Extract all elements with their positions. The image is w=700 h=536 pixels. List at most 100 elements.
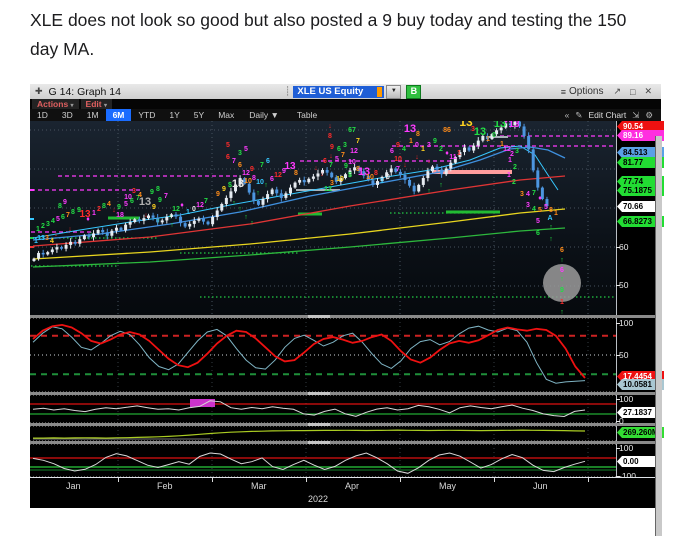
demark-annotation: ↓ — [403, 162, 407, 169]
demark-annotation: 6 — [536, 230, 540, 237]
demark-annotation: ♦ — [538, 195, 542, 202]
demark-annotation: 6 — [323, 158, 327, 165]
window-edge-scrollbar[interactable] — [655, 136, 662, 536]
demark-annotation: 5 — [536, 218, 540, 225]
price-panel[interactable]: 1 13 3 4 1 2 3 4 5 6 7 8 9 13 8 9 ↓ ↓ ♦ 1 2 8 4 ↓ 9 ↑ ↑ 18 5 6 7 13 9 9 7 9… — [30, 121, 616, 315]
oscillator-panel[interactable] — [30, 395, 616, 423]
demark-annotation: 9 — [396, 142, 400, 149]
oscillator2-panel[interactable] — [30, 444, 616, 477]
demark-annotation: 5 — [124, 201, 128, 208]
demark-annotation: ↓ — [68, 226, 72, 233]
demark-annotation: 13 — [474, 126, 486, 138]
gear-icon[interactable]: ⚙ — [645, 110, 653, 121]
collapse-icon[interactable]: « — [565, 110, 570, 120]
chart-area: 1 13 3 4 1 2 3 4 5 6 7 8 9 13 8 9 ↓ ↓ ♦ 1 2 8 4 ↓ 9 ↑ ↑ 18 5 6 7 13 9 9 7 9… — [30, 121, 664, 536]
axis-tick-label: 100 — [619, 443, 634, 453]
demark-annotation: 6 — [226, 154, 230, 161]
demark-annotation: A — [547, 215, 552, 222]
demark-annotation: 12 — [196, 202, 204, 209]
security-input[interactable]: XLE US Equity — [293, 85, 385, 98]
demark-annotation: ↑ — [238, 206, 242, 213]
demark-annotation: 8 — [549, 207, 553, 214]
volume-panel[interactable] — [30, 426, 616, 441]
period-tab-1d[interactable]: 1D — [30, 109, 55, 121]
demark-annotation: 6 — [337, 146, 341, 153]
demark-annotation: ↑ — [89, 231, 93, 238]
demark-annotation: 0 — [386, 174, 390, 181]
maximize-icon[interactable]: □ — [630, 87, 635, 97]
demark-annotation: 4 — [402, 146, 406, 153]
axis-tick-label: 50 — [619, 280, 629, 290]
demark-annotation: 6 — [61, 214, 65, 221]
demark-annotation: 9 — [330, 144, 334, 151]
move-icon[interactable]: ✚ — [35, 86, 43, 97]
axis-tick-label: 50 — [619, 350, 629, 360]
stochastic-panel[interactable] — [30, 318, 616, 392]
demark-annotation: ↑ — [560, 257, 564, 264]
demark-annotation: 4 — [50, 238, 54, 245]
demark-annotation: 2 — [41, 223, 45, 230]
demark-annotation: ↑ — [427, 188, 431, 195]
demark-annotation: 1 — [380, 178, 384, 185]
month-label: Feb — [157, 481, 173, 491]
highlight-box — [190, 399, 215, 407]
period-tab-6m[interactable]: 6M — [105, 109, 132, 121]
demark-annotation: 1 — [508, 157, 512, 164]
demark-annotation: 8 — [416, 131, 420, 138]
demark-annotation: 4 — [51, 218, 55, 225]
demark-annotation: 7 — [532, 190, 536, 197]
period-tab-5y[interactable]: 5Y — [187, 109, 211, 121]
demark-annotation: ↑ — [244, 214, 248, 221]
period-tab-1m[interactable]: 1M — [80, 109, 106, 121]
demark-annotation: 10 — [348, 159, 356, 166]
demark-annotation: ↑ — [439, 182, 443, 189]
period-tab-1y[interactable]: 1Y — [162, 109, 186, 121]
demark-annotation: 3 — [238, 150, 242, 157]
demark-annotation: 12 — [274, 172, 282, 179]
pencil-icon: ✎ — [575, 109, 583, 120]
vol-axis: 269.260M — [616, 426, 664, 441]
demark-annotation: 7 — [260, 162, 264, 169]
year-label: 2022 — [308, 494, 329, 504]
axis-tick-label: 60 — [619, 242, 629, 252]
demark-annotation: 8 — [58, 203, 62, 210]
close-icon[interactable]: ✕ — [644, 86, 652, 97]
period-tab-3d[interactable]: 3D — [55, 109, 80, 121]
demark-annotation: 3 — [526, 202, 530, 209]
text-cursor — [377, 86, 383, 97]
options-button[interactable]: Options — [569, 86, 603, 97]
demark-annotation: ↓ — [320, 171, 324, 178]
menu-actions[interactable]: Actions ▾ — [32, 99, 79, 109]
demark-annotation: 0 — [415, 142, 419, 149]
demark-annotation: 11 — [449, 154, 457, 161]
period-tab-ytd[interactable]: YTD — [131, 109, 162, 121]
demark-annotation: 9 — [222, 186, 226, 193]
demark-annotation: 67 — [348, 127, 356, 134]
demark-annotation: 13 — [404, 123, 416, 135]
demark-annotation: ↑ — [232, 200, 236, 207]
demark-annotation: 5 — [335, 156, 339, 163]
demark-annotation: ↓ — [314, 165, 318, 172]
table-button[interactable]: Table — [287, 109, 327, 121]
expand-icon[interactable]: ⇲ — [632, 110, 639, 121]
demark-annotation: $ — [348, 172, 352, 179]
bloomberg-b-button[interactable]: B — [406, 84, 422, 99]
demark-annotation: 4 — [107, 201, 111, 208]
demark-annotation: 0 — [492, 132, 496, 139]
demark-annotation: ↓ — [427, 158, 431, 165]
demark-annotation: 10 — [244, 178, 252, 185]
security-dropdown-button[interactable]: ▼ — [386, 84, 402, 99]
demark-annotation: 7 — [356, 138, 360, 145]
demark-annotation: 1 — [421, 146, 425, 153]
demark-annotation: 9 — [433, 138, 437, 145]
period-tab-max[interactable]: Max — [211, 109, 241, 121]
demark-annotation: 10 — [394, 156, 402, 163]
menu-edit[interactable]: Edit ▾ — [80, 99, 112, 109]
edit-chart-button[interactable]: Edit Chart — [588, 110, 626, 120]
popout-icon[interactable]: ↗ — [613, 86, 621, 97]
demark-annotation: ♦ — [86, 216, 90, 223]
demark-annotation: 13 — [508, 121, 520, 130]
frequency-dropdown[interactable]: Daily ▼ — [241, 109, 287, 121]
demark-annotation: 5 — [538, 207, 542, 214]
demark-annotation: 6 — [238, 162, 242, 169]
